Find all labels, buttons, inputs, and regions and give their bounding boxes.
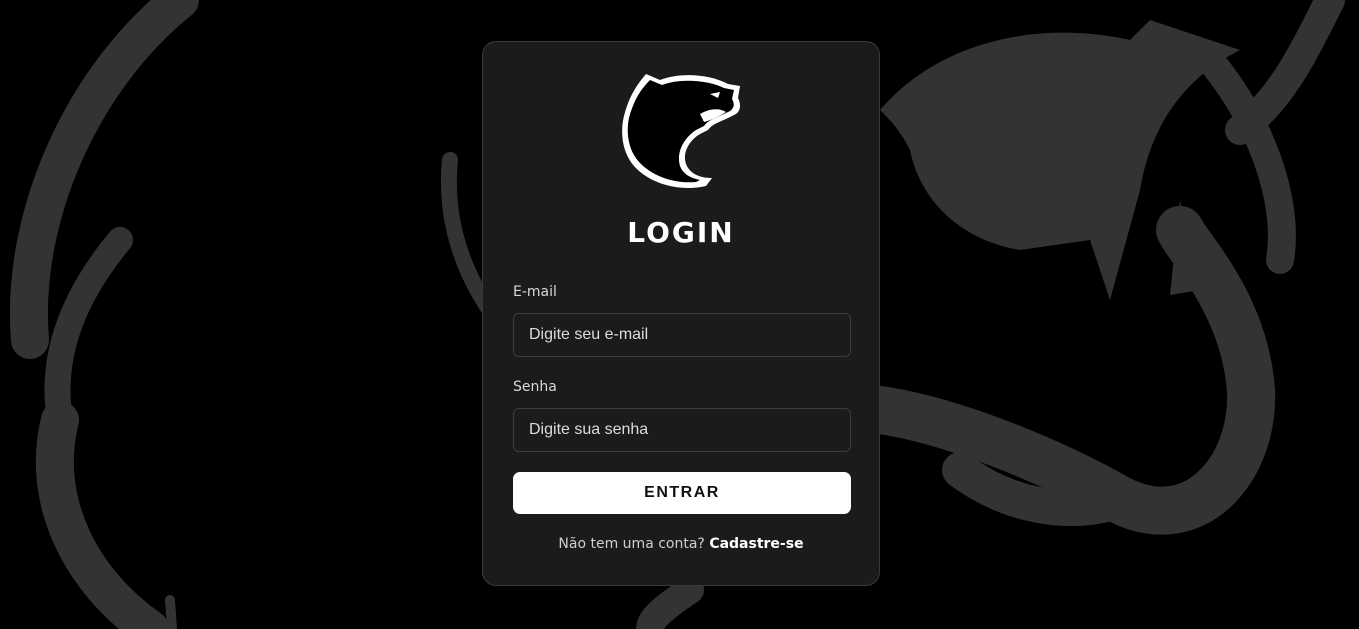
signup-prompt-text: Não tem uma conta? xyxy=(558,536,705,552)
signup-prompt: Não tem uma conta? Cadastre-se xyxy=(483,536,879,552)
email-label: E-mail xyxy=(513,284,557,300)
page-title: LOGIN xyxy=(627,216,735,249)
email-field[interactable] xyxy=(513,313,851,357)
password-field[interactable] xyxy=(513,408,851,452)
signup-link[interactable]: Cadastre-se xyxy=(709,536,803,552)
panther-head-icon xyxy=(622,74,741,188)
login-button[interactable]: ENTRAR xyxy=(513,472,851,514)
login-card: LOGIN E-mail Senha ENTRAR Não tem uma co… xyxy=(482,41,880,586)
password-label: Senha xyxy=(513,379,557,395)
